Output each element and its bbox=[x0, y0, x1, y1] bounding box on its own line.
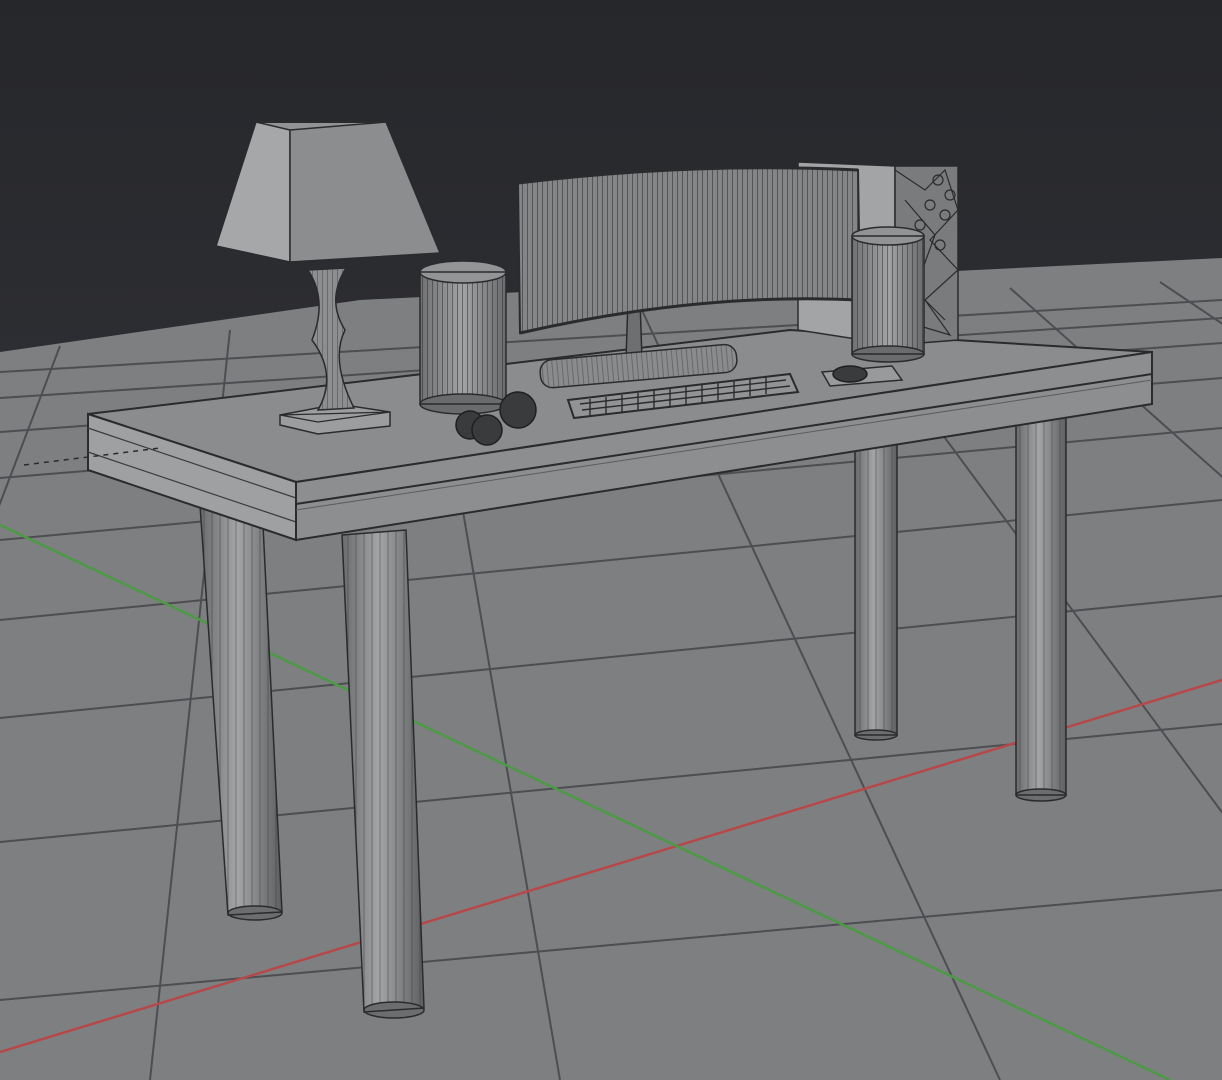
speaker-right[interactable] bbox=[851, 226, 925, 363]
desk-leg-back-right bbox=[1015, 409, 1067, 802]
viewport-scene[interactable] bbox=[0, 0, 1222, 1080]
desk-leg-back-left bbox=[854, 439, 898, 741]
3d-viewport[interactable] bbox=[0, 0, 1222, 1080]
speaker-left[interactable] bbox=[419, 260, 507, 415]
mouse[interactable] bbox=[832, 365, 868, 383]
